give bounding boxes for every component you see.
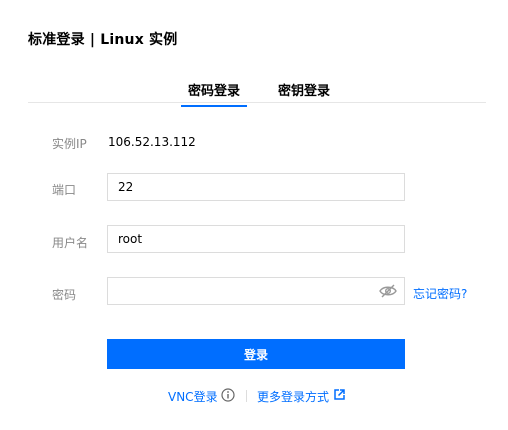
info-circle-icon[interactable]	[221, 388, 235, 402]
username-input[interactable]	[108, 226, 378, 252]
page-title: 标准登录 | Linux 实例	[28, 32, 178, 48]
login-button[interactable]: 登录	[107, 339, 405, 369]
footer-divider	[246, 390, 247, 402]
login-tabs: 密码登录 密钥登录	[28, 72, 486, 107]
password-input[interactable]	[108, 278, 378, 304]
port-label: 端口	[52, 183, 77, 197]
port-field	[107, 173, 405, 201]
password-field	[107, 277, 405, 305]
eye-off-icon[interactable]	[379, 284, 397, 298]
ip-label: 实例IP	[52, 137, 87, 151]
forgot-password-link[interactable]: 忘记密码?	[413, 285, 467, 302]
external-link-icon[interactable]	[334, 389, 345, 400]
tab-key-login[interactable]: 密钥登录	[278, 80, 330, 99]
username-label: 用户名	[52, 236, 89, 250]
password-label: 密码	[52, 288, 77, 302]
tab-password-login[interactable]: 密码登录	[181, 80, 247, 107]
port-input[interactable]	[108, 174, 378, 200]
more-login-methods-link[interactable]: 更多登录方式	[257, 388, 329, 405]
ip-value: 106.52.13.112	[108, 135, 196, 149]
username-field	[107, 225, 405, 253]
vnc-login-link[interactable]: VNC登录	[168, 388, 218, 405]
